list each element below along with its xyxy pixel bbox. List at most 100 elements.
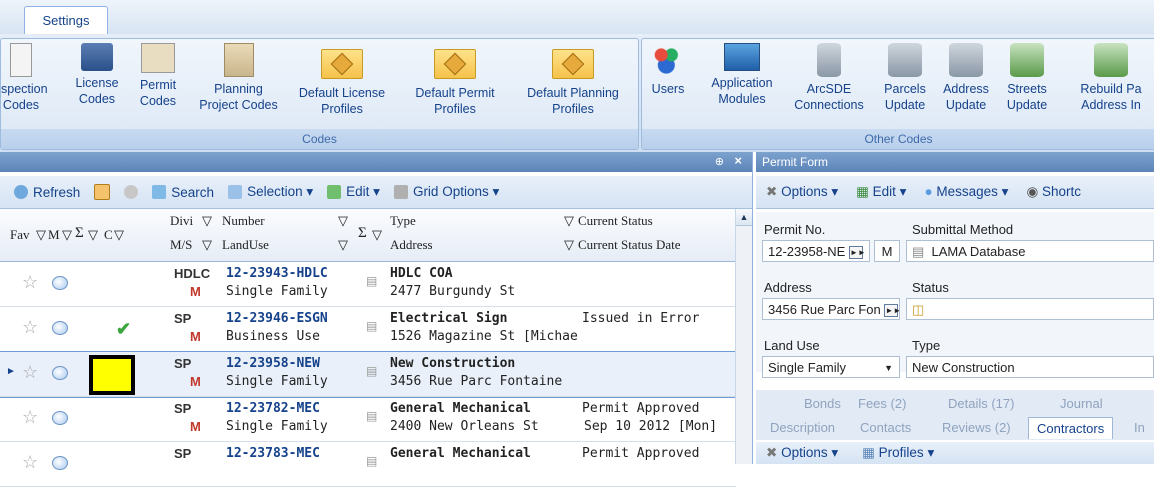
- default-license-profiles-button[interactable]: Default License Profiles: [287, 43, 397, 117]
- selection-button[interactable]: Selection ▾: [228, 184, 313, 200]
- filter-icon[interactable]: ▽: [114, 227, 124, 243]
- permit-number[interactable]: 12-23782-MEC: [226, 401, 320, 416]
- star-icon[interactable]: ☆: [22, 317, 38, 338]
- messages-button[interactable]: ● Messages ▾: [924, 184, 1008, 200]
- col-address[interactable]: Address: [390, 237, 433, 253]
- database-icon: ▤: [366, 274, 378, 288]
- filter-icon[interactable]: ▽: [36, 227, 46, 243]
- filter-icon[interactable]: ▽: [62, 227, 72, 243]
- col-c[interactable]: C: [104, 227, 113, 243]
- col-current-status-date[interactable]: Current Status Date: [578, 237, 681, 253]
- star-icon[interactable]: ☆: [22, 452, 38, 473]
- table-row[interactable]: ☆ HDLC M 12-23943-HDLC Single Family ▤ HDLC CO…: [0, 262, 736, 307]
- edit-button[interactable]: Edit ▾: [327, 184, 380, 200]
- address-update-button[interactable]: Address Update: [940, 43, 992, 113]
- permit-codes-button[interactable]: Permit Codes: [133, 43, 183, 109]
- other-codes-group-label: Other Codes: [642, 129, 1154, 149]
- tab-description[interactable]: Description: [770, 420, 835, 435]
- m-button[interactable]: M: [874, 240, 900, 262]
- col-number[interactable]: Number: [222, 213, 265, 229]
- col-m[interactable]: M: [48, 227, 60, 243]
- comment-icon[interactable]: [52, 321, 68, 335]
- tab-bonds[interactable]: Bonds: [804, 396, 841, 411]
- col-divi[interactable]: Divi: [170, 213, 193, 229]
- permit-number[interactable]: 12-23943-HDLC: [226, 266, 328, 281]
- tab-journal[interactable]: Journal: [1060, 396, 1103, 411]
- filter-icon[interactable]: ▽: [88, 227, 98, 243]
- filter-icon[interactable]: ▽: [202, 237, 212, 253]
- chevron-down-icon[interactable]: ▼: [884, 357, 893, 377]
- comment-icon[interactable]: [52, 276, 68, 290]
- filter-icon[interactable]: ▽: [372, 227, 382, 243]
- permit-number[interactable]: 12-23946-ESGN: [226, 311, 328, 326]
- filter-icon[interactable]: ▽: [564, 213, 574, 229]
- star-icon[interactable]: ☆: [22, 407, 38, 428]
- submittal-method-field[interactable]: ▤ LAMA Database: [906, 240, 1154, 262]
- permit-number[interactable]: 12-23958-NEW: [226, 356, 320, 371]
- planning-project-codes-button[interactable]: Planning Project Codes: [191, 43, 286, 113]
- tools-icon: ✖: [766, 184, 778, 199]
- tab-contractors[interactable]: Contractors: [1028, 417, 1114, 439]
- filter-icon[interactable]: ▽: [338, 213, 348, 229]
- shortcuts-button[interactable]: ◉ Shortc: [1026, 184, 1081, 200]
- arcsde-connections-button[interactable]: ArcSDE Connections: [786, 43, 872, 113]
- filter-icon[interactable]: ▽: [338, 237, 348, 253]
- tab-fees[interactable]: Fees (2): [858, 396, 906, 411]
- options-button[interactable]: ✖ Options ▾: [766, 184, 838, 200]
- application-modules-button[interactable]: Application Modules: [700, 43, 784, 107]
- filter-icon[interactable]: ▽: [202, 213, 212, 229]
- status-field[interactable]: ◫: [906, 298, 1154, 320]
- go-to-icon[interactable]: ►►: [848, 246, 866, 260]
- tab-reviews[interactable]: Reviews (2): [942, 420, 1011, 435]
- grid-scrollbar[interactable]: ▲: [735, 209, 752, 464]
- tools-button[interactable]: [124, 185, 139, 199]
- grid-options-button[interactable]: Grid Options ▾: [393, 184, 499, 200]
- pin-icon[interactable]: ⊕: [715, 155, 724, 168]
- scroll-up-icon[interactable]: ▲: [736, 209, 752, 226]
- tab-details[interactable]: Details (17): [948, 396, 1014, 411]
- table-row[interactable]: ☆ ✔ SP M 12-23946-ESGN Business Use ▤ Electrica…: [0, 307, 736, 352]
- col-current-status[interactable]: Current Status: [578, 213, 653, 229]
- default-planning-profiles-button[interactable]: Default Planning Profiles: [515, 43, 631, 117]
- codes-group-label: Codes: [1, 129, 638, 149]
- table-row[interactable]: ☆ SP 12-23783-MEC ▤ General Mechanical Permit…: [0, 442, 736, 487]
- users-button[interactable]: Users: [646, 43, 690, 97]
- permit-number[interactable]: 12-23783-MEC: [226, 446, 320, 461]
- tab-settings[interactable]: Settings: [24, 6, 108, 35]
- type-field[interactable]: New Construction: [906, 356, 1154, 378]
- edit-form-button[interactable]: ▦ Edit ▾: [856, 184, 906, 200]
- parcels-update-button[interactable]: Parcels Update: [880, 43, 930, 113]
- row-selector-icon[interactable]: ►: [6, 366, 16, 377]
- permit-no-field[interactable]: 12-23958-NE ►►: [762, 240, 870, 262]
- license-codes-button[interactable]: License Codes: [67, 43, 127, 107]
- col-landuse[interactable]: LandUse: [222, 237, 269, 253]
- bottom-options-button[interactable]: ✖ Options ▾: [766, 445, 838, 461]
- comment-icon[interactable]: [52, 456, 68, 470]
- address-field[interactable]: 3456 Rue Parc Fon ►►: [762, 298, 900, 320]
- star-icon[interactable]: ☆: [22, 272, 38, 293]
- grid-header: Fav ▽ M ▽ Σ ▽ C ▽ Divi ▽ M/S ▽ Number ▽ …: [0, 209, 736, 262]
- filter-icon[interactable]: ▽: [564, 237, 574, 253]
- rebuild-address-index-button[interactable]: Rebuild Pa Address In: [1066, 43, 1154, 113]
- tab-contacts[interactable]: Contacts: [860, 420, 911, 435]
- search-button[interactable]: Search: [152, 185, 214, 200]
- streets-update-button[interactable]: Streets Update: [1002, 43, 1052, 113]
- col-fav[interactable]: Fav: [10, 227, 30, 243]
- star-icon[interactable]: ☆: [22, 362, 38, 383]
- comment-icon[interactable]: [52, 411, 68, 425]
- tab-in[interactable]: In: [1134, 420, 1145, 435]
- col-ms[interactable]: M/S: [170, 237, 192, 253]
- table-row[interactable]: ☆ SP M 12-23782-MEC Single Family ▤ General Me…: [0, 397, 736, 442]
- land-use-select[interactable]: Single Family ▼: [762, 356, 900, 378]
- refresh-button[interactable]: Refresh: [14, 185, 80, 200]
- default-permit-profiles-button[interactable]: Default Permit Profiles: [405, 43, 505, 117]
- profiles-button[interactable]: ▦ Profiles ▾: [862, 445, 934, 461]
- go-to-icon[interactable]: ►►: [884, 304, 899, 318]
- close-icon[interactable]: ×: [734, 153, 742, 168]
- col-type[interactable]: Type: [390, 213, 416, 229]
- comment-icon[interactable]: [52, 366, 68, 380]
- form-tabs: Bonds Fees (2) Details (17) Journal Desc…: [756, 390, 1154, 440]
- grid-view-button[interactable]: [94, 184, 111, 200]
- ms-value: M: [190, 419, 201, 434]
- inspection-codes-button[interactable]: spection Codes: [1, 43, 48, 113]
